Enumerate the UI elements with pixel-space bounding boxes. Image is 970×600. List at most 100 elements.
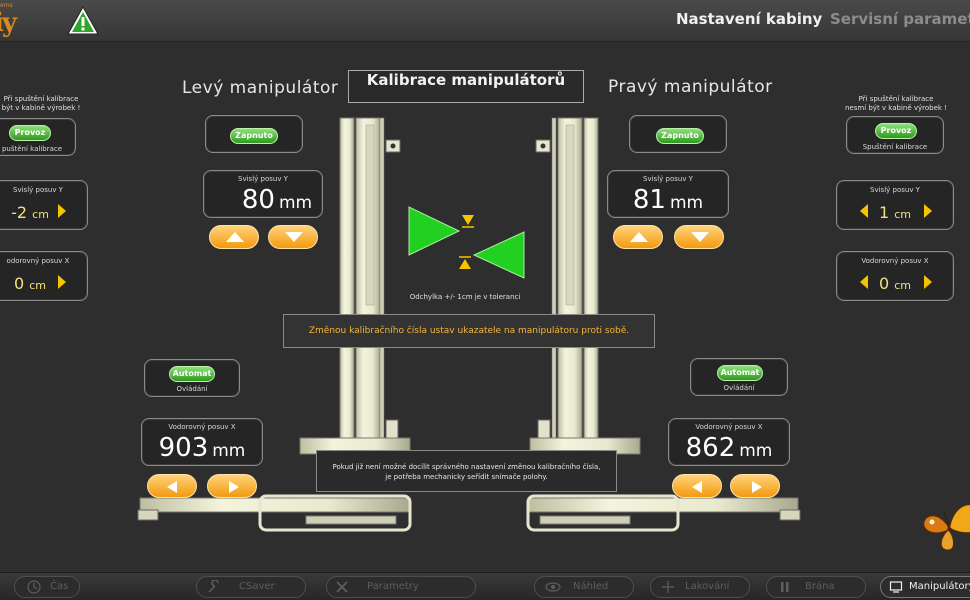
left-horizontal-left-button[interactable] (147, 474, 197, 498)
right-horizontal-right-button[interactable] (730, 474, 780, 498)
pause-icon (781, 582, 789, 592)
right-warning-line1: Při spuštění kalibrace (858, 95, 934, 103)
right-vertical-offset: Svislý posuv Y 1 cm (836, 180, 954, 230)
left-horizontal-offset-label: odorovný posuv X (6, 257, 70, 265)
right-run-label: Spuštění kalibrace (862, 143, 928, 151)
right-vertical-value: 81 (632, 185, 666, 215)
right-arrow-icon[interactable] (57, 203, 67, 219)
left-vertical-unit: mm (278, 193, 313, 213)
right-horizontal-offset: Vodorovný posuv X 0 cm (836, 251, 954, 301)
right-vertical-display: Svislý posuv Y 81 mm (607, 170, 729, 218)
right-vertical-label: Svislý posuv Y (643, 175, 693, 183)
nav-parameters-label: Parametry (367, 581, 419, 592)
left-vertical-offset-unit: cm (32, 208, 49, 221)
right-mode-label: Ovládání (723, 384, 755, 392)
arrow-left-icon (692, 481, 702, 493)
right-vertical-offset-value: 1 (878, 203, 890, 222)
right-vertical-unit: mm (669, 193, 704, 213)
arrow-up-icon (630, 232, 648, 242)
left-horizontal-offset-unit: cm (29, 279, 47, 292)
left-calibration-warning: Při spuštění kalibrace být v kabině výro… (1, 95, 81, 112)
nav-manipulators[interactable]: Manipulátory (880, 576, 970, 598)
left-horizontal-offset-value: 0 (13, 274, 25, 293)
left-run-panel: Provoz puštění kalibrace (0, 118, 76, 156)
nav-preview-label: Náhled (573, 581, 609, 592)
left-horizontal-offset: odorovný posuv X 0 cm (0, 251, 88, 301)
arrow-down-icon (691, 232, 709, 242)
right-horizontal-offset-value: 0 (878, 274, 890, 293)
left-mode-panel: Automat Ovládání (144, 359, 240, 397)
bottom-nav: Čas CSaver Parametry Náhled Lakování Brá… (0, 572, 970, 600)
fallback-line1: Pokud již není možné docílit správného n… (332, 463, 601, 471)
left-run-label: puštění kalibrace (1, 145, 63, 153)
wrench-icon (208, 580, 219, 593)
nav-manipulators-label: Manipulátory (909, 581, 970, 592)
arrow-down-icon (285, 232, 303, 242)
right-horizontal-offset-label: Vodorovný posuv X (861, 257, 929, 265)
right-vertical-offset-unit: cm (894, 208, 912, 221)
instruction-message: Změnou kalibračního čísla ustav ukazatel… (283, 314, 655, 348)
right-horizontal-unit: mm (739, 441, 773, 461)
nav-parameters[interactable]: Parametry (326, 576, 476, 598)
left-vertical-value: 80 (241, 185, 275, 215)
monitor-icon (889, 581, 903, 593)
left-horizontal-right-button[interactable] (207, 474, 257, 498)
arrow-right-icon (752, 481, 762, 493)
left-vertical-label: Svislý posuv Y (238, 175, 288, 183)
left-horizontal-value: 903 (158, 433, 209, 463)
right-horizontal-value: 862 (685, 433, 736, 463)
right-vertical-offset-label: Svislý posuv Y (870, 186, 920, 194)
right-arrow-icon[interactable] (923, 203, 933, 219)
left-horizontal-unit: mm (212, 441, 246, 461)
spray-icon (662, 581, 674, 593)
left-vertical-display: Svislý posuv Y 80 mm (203, 170, 323, 218)
right-warning-line2: nesmí být v kabině výrobek ! (844, 104, 947, 112)
right-horizontal-offset-unit: cm (894, 279, 912, 292)
right-calibration-warning: Při spuštění kalibrace nesmí být v kabin… (832, 95, 960, 113)
right-horizontal-label: Vodorovný posuv X (695, 423, 763, 431)
fallback-line2: je potřeba mechanicky seřídit snímače po… (385, 473, 548, 481)
right-horizontal-left-button[interactable] (672, 474, 722, 498)
butterfly-icon (923, 504, 970, 551)
right-run-panel: Provoz Spuštění kalibrace (846, 116, 944, 154)
right-arrow-icon[interactable] (57, 274, 67, 290)
left-vertical-offset-value: -2 (11, 203, 28, 222)
tools-icon (336, 581, 348, 593)
fallback-message: Pokud již není možné docílit správného n… (316, 450, 617, 492)
left-mode-button[interactable]: Automat (169, 366, 215, 382)
right-horizontal-display: Vodorovný posuv X 862 mm (668, 418, 790, 466)
left-vertical-down-button[interactable] (268, 225, 318, 249)
right-vertical-up-button[interactable] (613, 225, 663, 249)
right-arrow-icon[interactable] (923, 274, 933, 290)
arrow-up-icon (226, 232, 244, 242)
alignment-indicator (408, 206, 525, 279)
nav-painting[interactable]: Lakování (650, 576, 750, 598)
nav-gate[interactable]: Brána (766, 576, 866, 598)
nav-csaver-label: CSaver (239, 581, 275, 592)
tolerance-note: Odchylka +/- 1cm je v toleranci (409, 293, 521, 301)
nav-time[interactable]: Čas (14, 576, 80, 598)
nav-gate-label: Brána (805, 581, 835, 592)
right-mode-button[interactable]: Automat (717, 365, 763, 381)
clock-icon (27, 580, 41, 594)
nav-time-label: Čas (50, 581, 69, 592)
left-mode-label: Ovládání (176, 385, 208, 393)
left-horizontal-display: Vodorovný posuv X 903 mm (141, 418, 263, 466)
left-status-button[interactable]: Zapnuto (230, 128, 278, 144)
left-status-panel: Zapnuto (205, 115, 303, 153)
nav-csaver[interactable]: CSaver (196, 576, 306, 598)
left-vertical-up-button[interactable] (209, 225, 259, 249)
right-status-panel: Zapnuto (629, 115, 727, 153)
left-run-button[interactable]: Provoz (9, 125, 51, 141)
nav-painting-label: Lakování (685, 581, 730, 592)
right-vertical-down-button[interactable] (674, 225, 724, 249)
left-horizontal-label: Vodorovný posuv X (168, 423, 236, 431)
arrow-right-icon (229, 481, 239, 493)
eye-icon (545, 582, 561, 592)
nav-preview[interactable]: Náhled (534, 576, 634, 598)
arrow-left-icon (167, 481, 177, 493)
right-run-button[interactable]: Provoz (875, 123, 917, 139)
right-status-button[interactable]: Zapnuto (656, 128, 704, 144)
left-vertical-offset: Svislý posuv Y -2 cm (0, 180, 88, 230)
right-mode-panel: Automat Ovládání (690, 358, 788, 396)
